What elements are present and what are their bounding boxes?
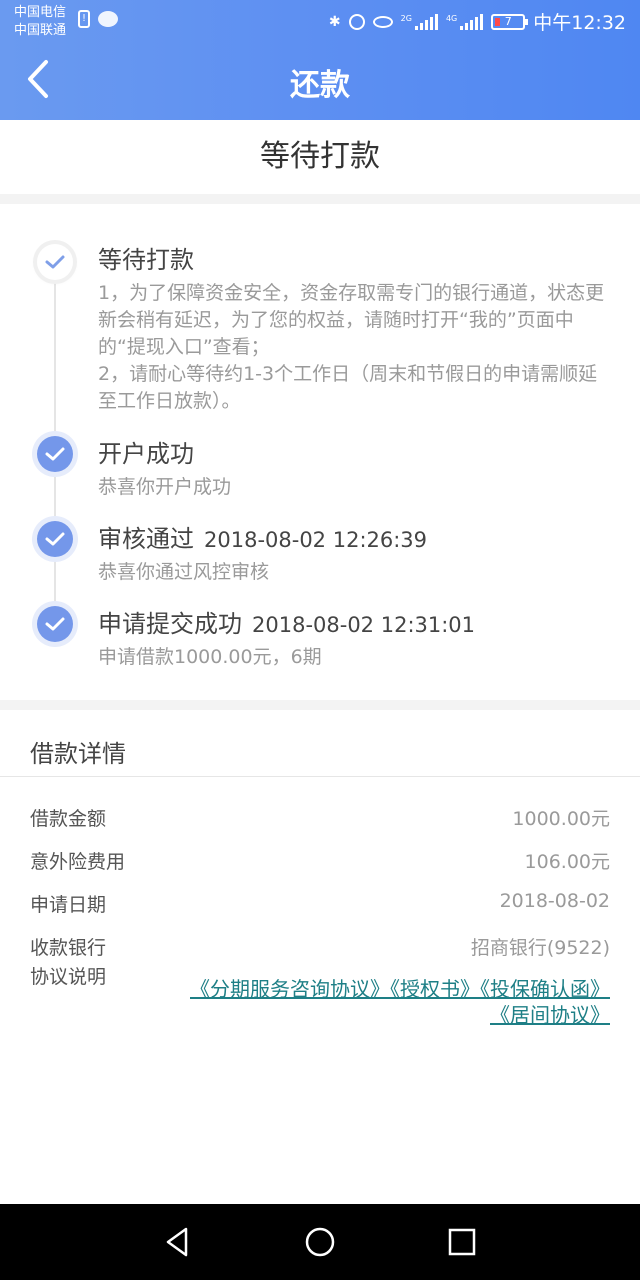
step-description: 1，为了保障资金安全，资金存取需专门的银行通道，状态更新会稍有延迟，为了您的权益… bbox=[98, 282, 605, 412]
alarm-icon bbox=[348, 13, 365, 30]
step-description: 申请借款1000.00元，6期 bbox=[98, 646, 322, 668]
system-nav-bar bbox=[0, 1204, 640, 1280]
nav-home-button[interactable] bbox=[302, 1224, 338, 1260]
status-banner: 等待打款 bbox=[0, 120, 640, 194]
step-title: 等待打款 bbox=[98, 240, 194, 275]
step-time: 2018-08-02 12:26:39 bbox=[204, 528, 428, 552]
row-label-date: 申请日期 bbox=[30, 894, 107, 916]
step-title: 开户成功 bbox=[98, 434, 194, 469]
square-recents-icon bbox=[448, 1228, 476, 1256]
nav-recents-button[interactable] bbox=[444, 1224, 480, 1260]
row-label-amount: 借款金额 bbox=[30, 808, 107, 830]
status-bar: 中国电信 中国联通 ! ✱ 2G 4G 7 中午12:32 bbox=[0, 0, 640, 44]
agreement-link-intermediary[interactable]: 《居间协议》 bbox=[490, 1003, 610, 1027]
page-title: 还款 bbox=[290, 68, 350, 103]
network-type-1: 2G bbox=[400, 13, 412, 23]
signal-2: 4G bbox=[445, 13, 484, 30]
step-description: 恭喜你通过风控审核 bbox=[98, 561, 270, 583]
row-value-bank: 招商银行(9522) bbox=[470, 937, 610, 959]
row-value-insurance: 106.00元 bbox=[524, 851, 610, 873]
step-description: 恭喜你开户成功 bbox=[98, 476, 232, 498]
triangle-back-icon bbox=[166, 1227, 188, 1257]
carrier-2: 中国联通 bbox=[14, 23, 67, 38]
clock: 中午12:32 bbox=[533, 12, 626, 34]
agreement-link-insurance[interactable]: 《投保确认函》 bbox=[480, 977, 610, 1001]
battery-level: 7 bbox=[504, 15, 512, 28]
step-check-icon bbox=[37, 606, 73, 642]
step-time: 2018-08-02 12:31:01 bbox=[252, 613, 476, 637]
loan-details: 借款详情 借款金额 1000.00元 意外险费用 106.00元 申请日期 20… bbox=[0, 710, 640, 1204]
step-title-text: 开户成功 bbox=[98, 440, 194, 468]
signal-1: 2G bbox=[400, 13, 438, 30]
carrier-info: 中国电信 中国联通 bbox=[14, 4, 66, 40]
step-check-icon bbox=[37, 436, 73, 472]
battery-icon: 7 bbox=[491, 13, 529, 30]
alert-icon: ! bbox=[78, 10, 90, 28]
step-title-text: 审核通过 bbox=[98, 525, 194, 553]
step-title-text: 等待打款 bbox=[98, 246, 194, 274]
step-check-icon bbox=[37, 244, 73, 280]
row-label-agreements: 协议说明 bbox=[30, 966, 107, 988]
app-header: 中国电信 中国联通 ! ✱ 2G 4G 7 中午12:32 还款 bbox=[0, 0, 640, 120]
step-title: 申请提交成功 2018-08-02 12:31:01 bbox=[98, 604, 475, 639]
notification-icons: ! bbox=[78, 10, 118, 28]
nav-back-button[interactable] bbox=[160, 1224, 196, 1260]
step-title-text: 申请提交成功 bbox=[98, 610, 242, 638]
eye-icon bbox=[372, 15, 393, 28]
step-check-icon bbox=[37, 521, 73, 557]
divider bbox=[0, 776, 640, 777]
status-icons: ✱ 2G 4G 7 中午12:32 bbox=[329, 8, 626, 35]
carrier-1: 中国电信 bbox=[14, 5, 67, 20]
step-title: 审核通过 2018-08-02 12:26:39 bbox=[98, 519, 427, 554]
message-icon bbox=[98, 11, 118, 27]
bluetooth-icon: ✱ bbox=[328, 13, 341, 30]
agreement-link-authorization[interactable]: 《授权书》 bbox=[390, 977, 480, 1001]
row-label-bank: 收款银行 bbox=[30, 937, 107, 959]
network-type-2: 4G bbox=[445, 13, 458, 23]
details-title: 借款详情 bbox=[30, 740, 126, 768]
row-value-date: 2018-08-02 bbox=[499, 890, 610, 912]
nav-bar: 还款 bbox=[0, 44, 640, 116]
agreement-links: 《分期服务咨询协议》《授权书》《投保确认函》《居间协议》 bbox=[170, 976, 610, 1028]
agreement-link-service[interactable]: 《分期服务咨询协议》 bbox=[190, 977, 390, 1001]
row-label-insurance: 意外险费用 bbox=[30, 851, 126, 873]
row-value-amount: 1000.00元 bbox=[512, 808, 610, 830]
circle-home-icon bbox=[305, 1227, 335, 1257]
progress-timeline: 等待打款 1，为了保障资金安全，资金存取需专门的银行通道，状态更新会稍有延迟，为… bbox=[0, 204, 640, 700]
